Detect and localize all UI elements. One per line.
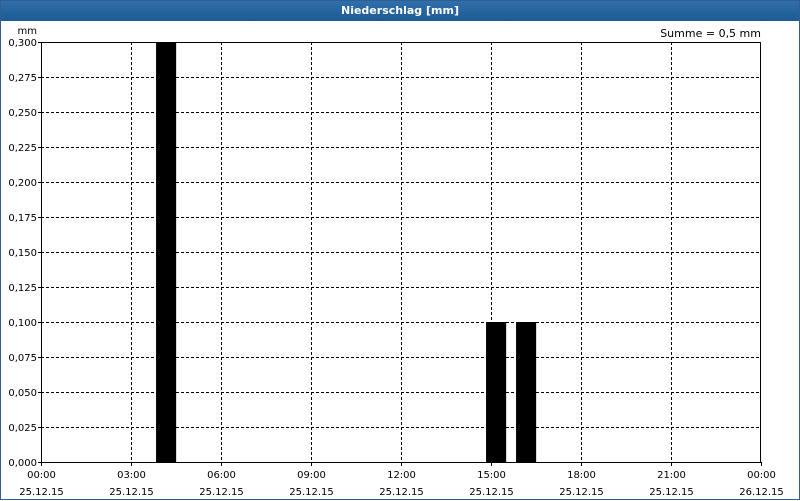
y-tick-label: 0,200: [8, 178, 37, 189]
precipitation-chart: 0,000 0,025 0,050 0,075 0,100 0,125 0,150 0,175…: [8, 26, 784, 498]
precipitation-bar: [516, 322, 537, 462]
x-tick-date-label: 25.12.15: [559, 487, 604, 498]
x-tick-time-label: 18:00: [567, 470, 596, 481]
x-tick-time-label: 12:00: [387, 470, 416, 481]
x-tick-date-label: 25.12.15: [379, 487, 424, 498]
x-tick-date-label: 25.12.15: [199, 487, 244, 498]
chart-window: Niederschlag [mm] Summe = 0,5 mm 0,000 0,…: [0, 0, 800, 500]
y-tick-label: 0,000: [8, 458, 37, 469]
x-tick-time-label: 09:00: [297, 470, 326, 481]
x-tick-time-label: 15:00: [477, 470, 506, 481]
y-tick-label: 0,225: [8, 143, 37, 154]
y-tick-label: 0,100: [8, 318, 37, 329]
y-tick-label: 0,250: [8, 108, 37, 119]
x-tick-time-label: 21:00: [657, 470, 686, 481]
y-tick-label: 0,275: [8, 73, 37, 84]
x-tick-date-label: 25.12.15: [649, 487, 694, 498]
y-tick-label: 0,050: [8, 388, 37, 399]
y-tick-label: 0,025: [8, 423, 37, 434]
x-tick-date-label: 26.12.15: [739, 487, 784, 498]
precipitation-bar: [156, 42, 177, 462]
x-tick-time-label: 00:00: [747, 470, 776, 481]
x-tick-date-label: 25.12.15: [109, 487, 154, 498]
x-tick-date-label: 25.12.15: [289, 487, 334, 498]
y-tick-label: 0,125: [8, 283, 37, 294]
y-tick-label: 0,150: [8, 248, 37, 259]
x-tick-date-label: 25.12.15: [19, 487, 64, 498]
x-tick-time-label: 06:00: [207, 470, 236, 481]
y-axis-label: mm: [18, 26, 37, 37]
precipitation-bar: [486, 322, 507, 462]
y-tick-label: 0,075: [8, 353, 37, 364]
x-tick-time-label: 03:00: [117, 470, 146, 481]
x-tick-date-label: 25.12.15: [469, 487, 514, 498]
y-tick-label: 0,175: [8, 213, 37, 224]
x-tick-time-label: 00:00: [27, 470, 56, 481]
y-tick-label: 0,300: [8, 38, 37, 49]
